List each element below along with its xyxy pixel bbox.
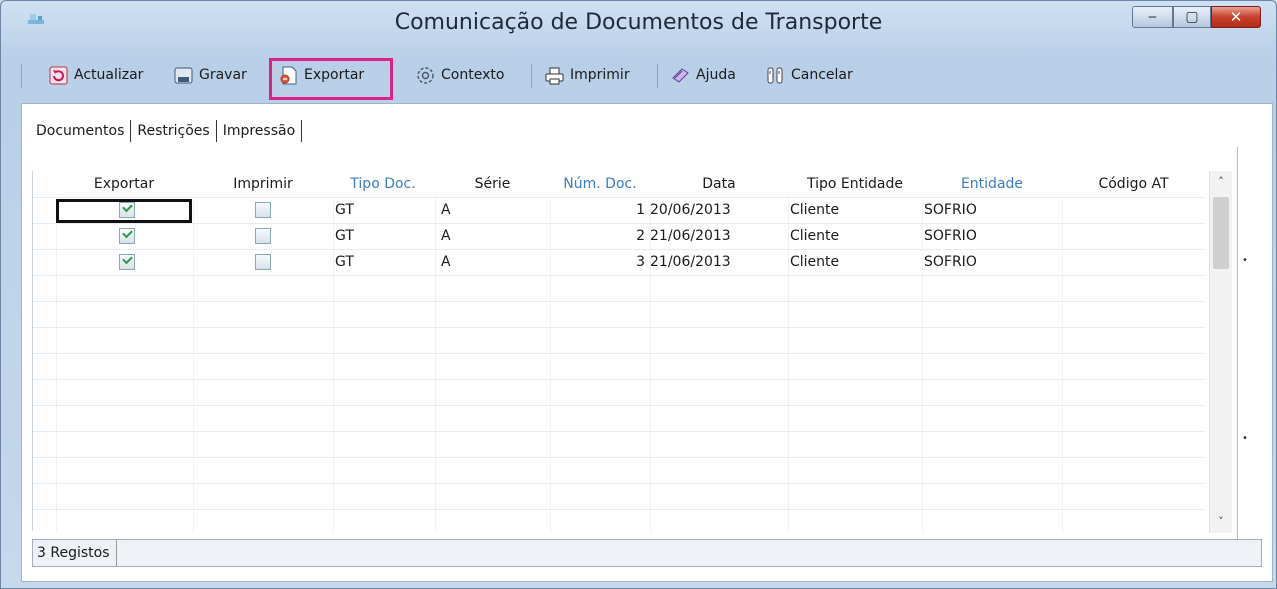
scroll-thumb[interactable] <box>1213 197 1229 269</box>
grid-row-line <box>33 301 1205 302</box>
app-window: Comunicação de Documentos de Transporte … <box>0 0 1277 589</box>
tab-documentos[interactable]: Documentos <box>30 118 130 144</box>
imprimir-checkbox[interactable] <box>255 228 271 244</box>
side-splitter[interactable]: • • <box>1237 147 1252 547</box>
table-row[interactable]: GT A 3 21/06/2013 Cliente SOFRIO <box>33 249 1205 275</box>
context-button[interactable]: Contexto <box>416 60 504 90</box>
cancel-button[interactable]: Cancelar <box>766 60 853 90</box>
vertical-scrollbar[interactable]: ˄ ˅ <box>1209 171 1232 533</box>
tipo-doc-cell: GT <box>335 202 354 218</box>
maximize-icon: ▢ <box>1185 9 1199 25</box>
save-icon <box>174 67 193 83</box>
help-button[interactable]: Ajuda <box>671 60 736 90</box>
save-button[interactable]: Gravar <box>174 60 247 90</box>
num-doc-cell: 3 <box>636 254 645 270</box>
minimize-icon: ‒ <box>1148 9 1157 25</box>
minimize-button[interactable]: ‒ <box>1132 6 1173 28</box>
export-highlight-box <box>269 58 393 100</box>
grid-row-line <box>33 275 1205 276</box>
imprimir-checkbox[interactable] <box>255 202 271 218</box>
grid-row-line <box>33 431 1205 432</box>
grid-row-line <box>33 509 1205 510</box>
column-header-exportar[interactable]: Exportar <box>56 171 192 197</box>
close-button[interactable]: ✕ <box>1211 6 1261 28</box>
splitter-grip-icon: • <box>1242 433 1248 444</box>
refresh-label: Actualizar <box>74 67 144 83</box>
data-cell: 20/06/2013 <box>650 202 731 218</box>
refresh-icon <box>49 66 68 84</box>
column-header-entidade[interactable]: Entidade <box>922 171 1062 197</box>
print-button[interactable]: Imprimir <box>545 60 630 90</box>
record-count: 3 Registos <box>37 540 117 566</box>
entidade-cell: SOFRIO <box>924 202 977 218</box>
data-cell: 21/06/2013 <box>650 228 731 244</box>
context-icon <box>417 66 434 84</box>
column-header-serie[interactable]: Série <box>435 171 550 197</box>
printer-icon <box>545 67 564 84</box>
num-doc-cell: 1 <box>636 202 645 218</box>
help-label: Ajuda <box>696 67 736 83</box>
tipo-doc-cell: GT <box>335 228 354 244</box>
entidade-cell: SOFRIO <box>924 228 977 244</box>
tipo-entidade-cell: Cliente <box>790 202 840 218</box>
grid-row-line <box>33 483 1205 484</box>
cancel-icon <box>767 67 783 83</box>
save-label: Gravar <box>199 67 247 83</box>
scroll-up-arrow-icon[interactable]: ˄ <box>1210 171 1232 193</box>
tab-separator <box>301 120 303 142</box>
exportar-checkbox[interactable] <box>119 228 135 244</box>
refresh-button[interactable]: Actualizar <box>49 60 143 90</box>
imprimir-checkbox[interactable] <box>255 254 271 270</box>
tab-bar: Documentos Restrições Impressão <box>30 118 303 144</box>
grid-header: Exportar Imprimir Tipo Doc. Série Núm. D… <box>33 171 1205 197</box>
window-title: Comunicação de Documentos de Transporte <box>394 10 883 35</box>
column-header-codigo-at[interactable]: Código AT <box>1062 171 1205 197</box>
status-bar: 3 Registos <box>32 539 1262 567</box>
data-cell: 21/06/2013 <box>650 254 731 270</box>
toolbar-grip[interactable] <box>21 64 22 88</box>
tab-impressao[interactable]: Impressão <box>217 118 301 144</box>
splitter-grip-icon: • <box>1242 255 1248 266</box>
column-header-tipo-entidade[interactable]: Tipo Entidade <box>788 171 922 197</box>
toolbar-separator <box>657 64 658 88</box>
column-header-num-doc[interactable]: Núm. Doc. <box>550 171 650 197</box>
scroll-down-arrow-icon[interactable]: ˅ <box>1210 511 1232 533</box>
title-bar[interactable]: Comunicação de Documentos de Transporte … <box>1 1 1276 41</box>
column-header-data[interactable]: Data <box>650 171 788 197</box>
tipo-entidade-cell: Cliente <box>790 228 840 244</box>
column-header-imprimir[interactable]: Imprimir <box>193 171 333 197</box>
help-icon <box>672 67 689 83</box>
num-doc-cell: 2 <box>636 228 645 244</box>
close-icon: ✕ <box>1229 8 1243 26</box>
exportar-checkbox[interactable] <box>119 254 135 270</box>
grid-row-line <box>33 379 1205 380</box>
context-label: Contexto <box>441 67 505 83</box>
tipo-entidade-cell: Cliente <box>790 254 840 270</box>
maximize-button[interactable]: ▢ <box>1173 6 1211 28</box>
serie-cell: A <box>441 254 451 270</box>
grid-row-line <box>33 353 1205 354</box>
serie-cell: A <box>441 202 451 218</box>
grid-row-line <box>33 457 1205 458</box>
table-row[interactable]: GT A 2 21/06/2013 Cliente SOFRIO <box>33 223 1205 249</box>
serie-cell: A <box>441 228 451 244</box>
grid-row-line <box>33 327 1205 328</box>
table-row[interactable]: GT A 1 20/06/2013 Cliente SOFRIO <box>33 197 1205 223</box>
print-label: Imprimir <box>570 67 630 83</box>
toolbar: Actualizar Gravar Exportar Contexto Impr… <box>21 58 1266 94</box>
documents-grid: Exportar Imprimir Tipo Doc. Série Núm. D… <box>32 171 1205 533</box>
focused-cell-outline <box>56 199 192 223</box>
tipo-doc-cell: GT <box>335 254 354 270</box>
column-header-tipo-doc[interactable]: Tipo Doc. <box>333 171 433 197</box>
tab-restricoes[interactable]: Restrições <box>131 118 215 144</box>
toolbar-separator <box>531 64 532 88</box>
grid-row-line <box>33 405 1205 406</box>
entidade-cell: SOFRIO <box>924 254 977 270</box>
cancel-label: Cancelar <box>791 67 853 83</box>
